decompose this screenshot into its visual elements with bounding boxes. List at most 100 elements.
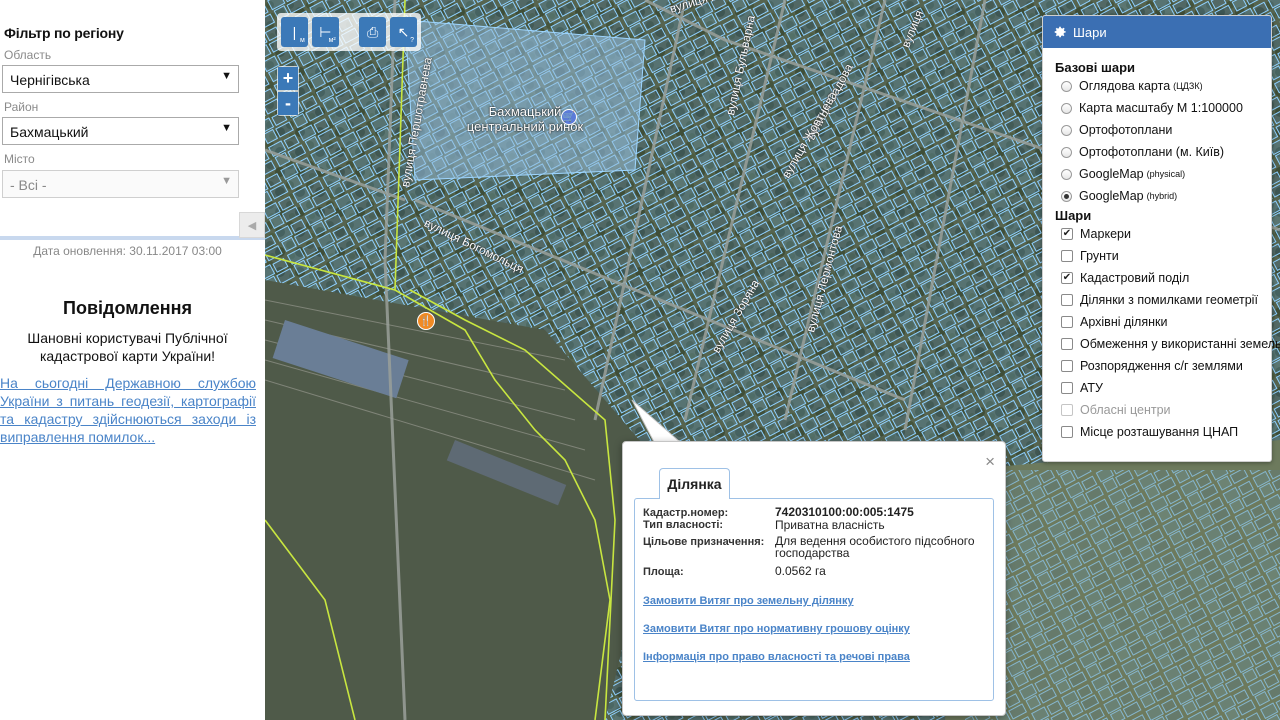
overlay-layer-label: Кадастровий поділ <box>1080 271 1190 285</box>
overlay-layer-option[interactable]: ✔ Маркери <box>1043 223 1271 245</box>
checkbox[interactable] <box>1061 382 1073 394</box>
region-filter-panel: Фільтр по регіону Область Чернігівська ▼… <box>0 0 265 240</box>
overlay-layer-label: Архівні ділянки <box>1080 315 1168 329</box>
chevron-down-icon: ▼ <box>221 122 232 134</box>
overlay-layer-option[interactable]: АТУ <box>1043 377 1271 399</box>
base-layer-option[interactable]: GoogleMap (hybrid) <box>1043 185 1271 207</box>
tab-parcel[interactable]: Ділянка <box>659 468 730 499</box>
city-select[interactable]: - Всі - ▼ <box>2 170 239 198</box>
chevron-down-icon: ▼ <box>221 70 232 82</box>
checkbox[interactable] <box>1061 294 1073 306</box>
base-layer-option[interactable]: Ортофотоплани (м. Київ) <box>1043 141 1271 163</box>
checkbox[interactable] <box>1061 338 1073 350</box>
identify-button[interactable]: ↖ ? <box>390 17 417 47</box>
ownership-value: Приватна власність <box>775 518 885 532</box>
base-layer-option[interactable]: Оглядова карта (ЦДЗК) <box>1043 75 1271 97</box>
gear-icon <box>1054 26 1066 38</box>
base-layer-label: Ортофотоплани (м. Київ) <box>1079 145 1225 159</box>
print-button[interactable]: ⎙ <box>359 17 387 47</box>
base-layer-label: Оглядова карта <box>1079 79 1171 93</box>
district-select[interactable]: Бахмацький ▼ <box>2 117 239 145</box>
overlay-layer-option[interactable]: Ділянки з помилками геометрії <box>1043 289 1271 311</box>
city-label: Місто <box>4 152 35 166</box>
layers-title: Шари <box>1073 24 1107 40</box>
order-valuation-link[interactable]: Замовити Витяг про нормативну грошову оц… <box>643 623 910 635</box>
base-layers-list: Оглядова карта (ЦДЗК) Карта масштабу М 1:1… <box>1043 75 1271 207</box>
zoom-in-button[interactable]: + <box>278 67 298 90</box>
identify-icon: ↖ <box>397 23 410 40</box>
base-layer-suffix: (hybrid) <box>1146 191 1178 201</box>
base-layer-label: GoogleMap <box>1079 167 1144 181</box>
overlay-layer-label: Маркери <box>1080 227 1131 241</box>
area-label: Площа: <box>643 566 684 578</box>
zoom-control: + - <box>277 66 299 116</box>
layers-header[interactable]: Шари <box>1043 16 1271 48</box>
notice-text: Шановні користувачі Публічної кадастрово… <box>27 330 228 364</box>
left-sidebar: Фільтр по регіону Область Чернігівська ▼… <box>0 0 265 720</box>
notice-title: Повідомлення <box>63 298 192 318</box>
base-layer-option[interactable]: Карта масштабу М 1:100000 <box>1043 97 1271 119</box>
cadnum-label: Кадастр.номер: <box>643 507 729 519</box>
region-label: Область <box>4 48 52 62</box>
base-layer-option[interactable]: Ортофотоплани <box>1043 119 1271 141</box>
overlay-layer-label: Обласні центри <box>1080 403 1171 417</box>
base-layer-option[interactable]: GoogleMap (physical) <box>1043 163 1271 185</box>
overlay-layers-list: ✔ Маркери Грунти ✔ Кадастровий поділ Ділянки … <box>1043 223 1280 443</box>
chevron-left-icon: ◀ <box>247 219 257 232</box>
overlay-layer-label: Грунти <box>1080 249 1119 263</box>
radio-button[interactable] <box>1061 190 1072 202</box>
overlay-layers-title: Шари <box>1055 208 1092 223</box>
measure-length-button[interactable]: | м <box>281 17 308 47</box>
overlay-layer-option[interactable]: Розпорядження с/г землями <box>1043 355 1271 377</box>
checkbox[interactable] <box>1061 250 1073 262</box>
purpose-label: Цільове призначення: <box>643 536 765 548</box>
base-layers-title: Базові шари <box>1055 60 1136 75</box>
radio-button[interactable] <box>1061 124 1072 136</box>
base-layer-label: Ортофотоплани <box>1079 123 1173 137</box>
parcel-popup: × Ділянка Кадастр.номер: 7420310100:00:0… <box>622 441 1006 716</box>
radio-button[interactable] <box>1061 102 1072 114</box>
overlay-layer-label: Місце розташування ЦНАП <box>1080 425 1239 439</box>
overlay-layer-option[interactable]: Архівні ділянки <box>1043 311 1271 333</box>
checkbox[interactable] <box>1061 360 1073 372</box>
order-extract-link[interactable]: Замовити Витяг про земельну ділянку <box>643 595 854 607</box>
city-select-value: - Всі - <box>10 177 47 193</box>
notice-link[interactable]: На сьогодні Державною службою України з … <box>0 374 256 446</box>
checkbox[interactable] <box>1061 426 1073 438</box>
base-layer-suffix: (ЦДЗК) <box>1173 81 1203 91</box>
radio-button[interactable] <box>1061 146 1072 158</box>
overlay-layer-option[interactable]: Обмеження у використанні земель <box>1043 333 1280 355</box>
chevron-down-icon: ▼ <box>221 175 232 187</box>
overlay-layer-label: Ділянки з помилками геометрії <box>1080 293 1258 307</box>
ownership-label: Тип власності: <box>643 519 724 531</box>
zoom-out-button[interactable]: - <box>278 92 298 115</box>
region-select-value: Чернігівська <box>10 72 90 88</box>
restaurant-icon[interactable]: 🍴 <box>417 312 435 330</box>
collapse-panel-button[interactable]: ◀ <box>239 212 265 238</box>
checkbox <box>1061 404 1073 416</box>
checkbox[interactable] <box>1061 316 1073 328</box>
measure-area-button[interactable]: ⊢ м² <box>311 17 339 47</box>
checkbox[interactable]: ✔ <box>1061 228 1073 240</box>
shopping-icon[interactable]: 🛒 <box>561 109 577 125</box>
base-layer-suffix: (physical) <box>1146 169 1186 179</box>
overlay-layer-option[interactable]: Грунти <box>1043 245 1271 267</box>
overlay-layer-option[interactable]: ✔ Кадастровий поділ <box>1043 267 1271 289</box>
layers-panel: Шари Базові шари Оглядова карта (ЦДЗК) Кар… <box>1042 15 1280 462</box>
popup-pointer <box>631 399 682 444</box>
overlay-layer-option[interactable]: Місце розташування ЦНАП <box>1043 421 1271 443</box>
radio-button[interactable] <box>1061 80 1072 92</box>
region-select[interactable]: Чернігівська ▼ <box>2 65 239 93</box>
base-layer-label: GoogleMap <box>1079 189 1144 203</box>
update-date: Дата оновлення: 30.11.2017 03:00 <box>33 244 222 258</box>
checkbox[interactable]: ✔ <box>1061 272 1073 284</box>
radio-button[interactable] <box>1061 168 1072 180</box>
base-layer-label: Карта масштабу М 1:100000 <box>1079 101 1243 115</box>
overlay-layer-label: АТУ <box>1080 381 1103 395</box>
parcel-details: Кадастр.номер: 7420310100:00:005:1475 Ти… <box>634 498 994 701</box>
close-icon[interactable]: × <box>985 452 995 472</box>
district-select-value: Бахмацький <box>10 124 89 140</box>
map-toolbar: | м ⊢ м² ⎙ ↖ ? <box>277 13 421 51</box>
ownership-info-link[interactable]: Інформація про право власності та речові… <box>643 651 910 663</box>
cadnum-value: 7420310100:00:005:1475 <box>775 505 914 519</box>
